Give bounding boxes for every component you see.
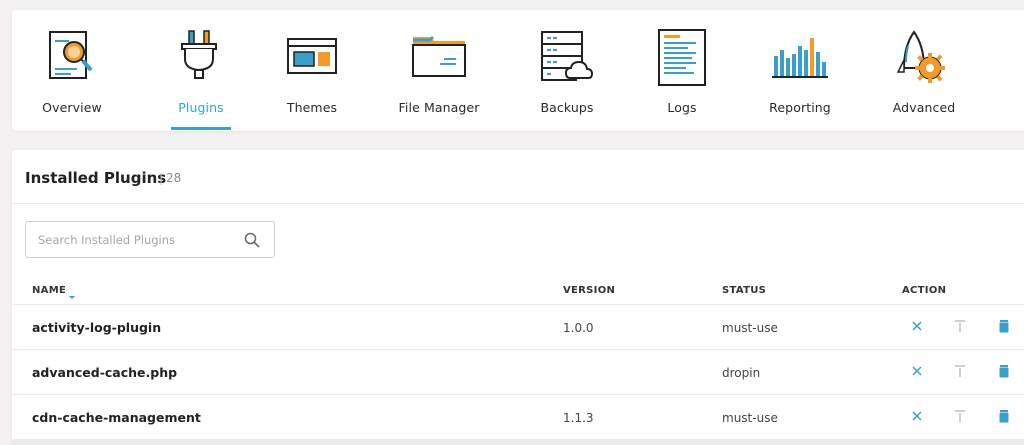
plugin-count-value: 28 (166, 171, 182, 185)
table-row: activity-log-plugin 1.0.0 must-use (12, 304, 1024, 349)
nav-bar: Overview Plugins Themes File Manager Bac… (12, 10, 1024, 131)
column-header-action: ACTION (902, 285, 947, 296)
nav-label: Backups (540, 100, 594, 115)
active-tab-underline (171, 127, 231, 130)
update-icon[interactable] (952, 363, 968, 379)
plug-icon (173, 28, 229, 88)
plugin-name: cdn-cache-management (32, 410, 201, 425)
plugin-name: advanced-cache.php (32, 365, 178, 380)
column-header-name[interactable]: NAME (32, 285, 66, 296)
deactivate-icon[interactable] (909, 318, 925, 334)
plugin-version: 1.0.0 (563, 321, 594, 335)
search-icon[interactable] (244, 232, 260, 252)
search-box (25, 221, 275, 258)
search-input[interactable] (38, 231, 233, 249)
trash-icon[interactable] (996, 363, 1012, 379)
nav-label: Themes (286, 100, 338, 115)
deactivate-icon[interactable] (909, 408, 925, 424)
nav-label: Plugins (178, 100, 224, 115)
plugin-version: 1.1.3 (563, 411, 594, 425)
panel-header: Installed Plugins | 28 (12, 150, 1024, 204)
deactivate-icon[interactable] (909, 363, 925, 379)
sort-down-icon[interactable] (68, 286, 76, 305)
plugin-status: dropin (722, 366, 761, 380)
report-search-icon (44, 28, 100, 88)
table-row: cdn-cache-management 1.1.3 must-use (12, 394, 1024, 439)
themes-window-icon (284, 28, 340, 88)
panel-title: Installed Plugins (25, 169, 167, 187)
plugin-name: activity-log-plugin (32, 320, 162, 335)
table-row: advanced-cache.php dropin (12, 349, 1024, 394)
nav-label: Overview (42, 100, 102, 115)
bar-chart-icon (770, 28, 830, 88)
rocket-gear-icon (896, 28, 952, 90)
column-header-status: STATUS (722, 285, 767, 296)
plugin-count: | 28 (159, 171, 182, 185)
update-icon[interactable] (952, 408, 968, 424)
nav-label: Reporting (769, 100, 831, 115)
plugin-status: must-use (722, 321, 778, 335)
installed-plugins-panel: Installed Plugins |28 NAME VERSION STATU… (12, 150, 1024, 445)
server-cloud-icon (538, 28, 596, 90)
update-icon[interactable] (952, 318, 968, 334)
trash-icon[interactable] (996, 318, 1012, 334)
plugin-status: must-use (722, 411, 778, 425)
nav-label: Advanced (892, 100, 956, 115)
folder-icon (410, 28, 468, 88)
trash-icon[interactable] (996, 408, 1012, 424)
nav-label: File Manager (398, 100, 480, 115)
next-row-strip (12, 439, 1024, 445)
nav-label: Logs (667, 100, 697, 115)
log-document-icon (656, 28, 708, 92)
column-header-version: VERSION (563, 285, 616, 296)
